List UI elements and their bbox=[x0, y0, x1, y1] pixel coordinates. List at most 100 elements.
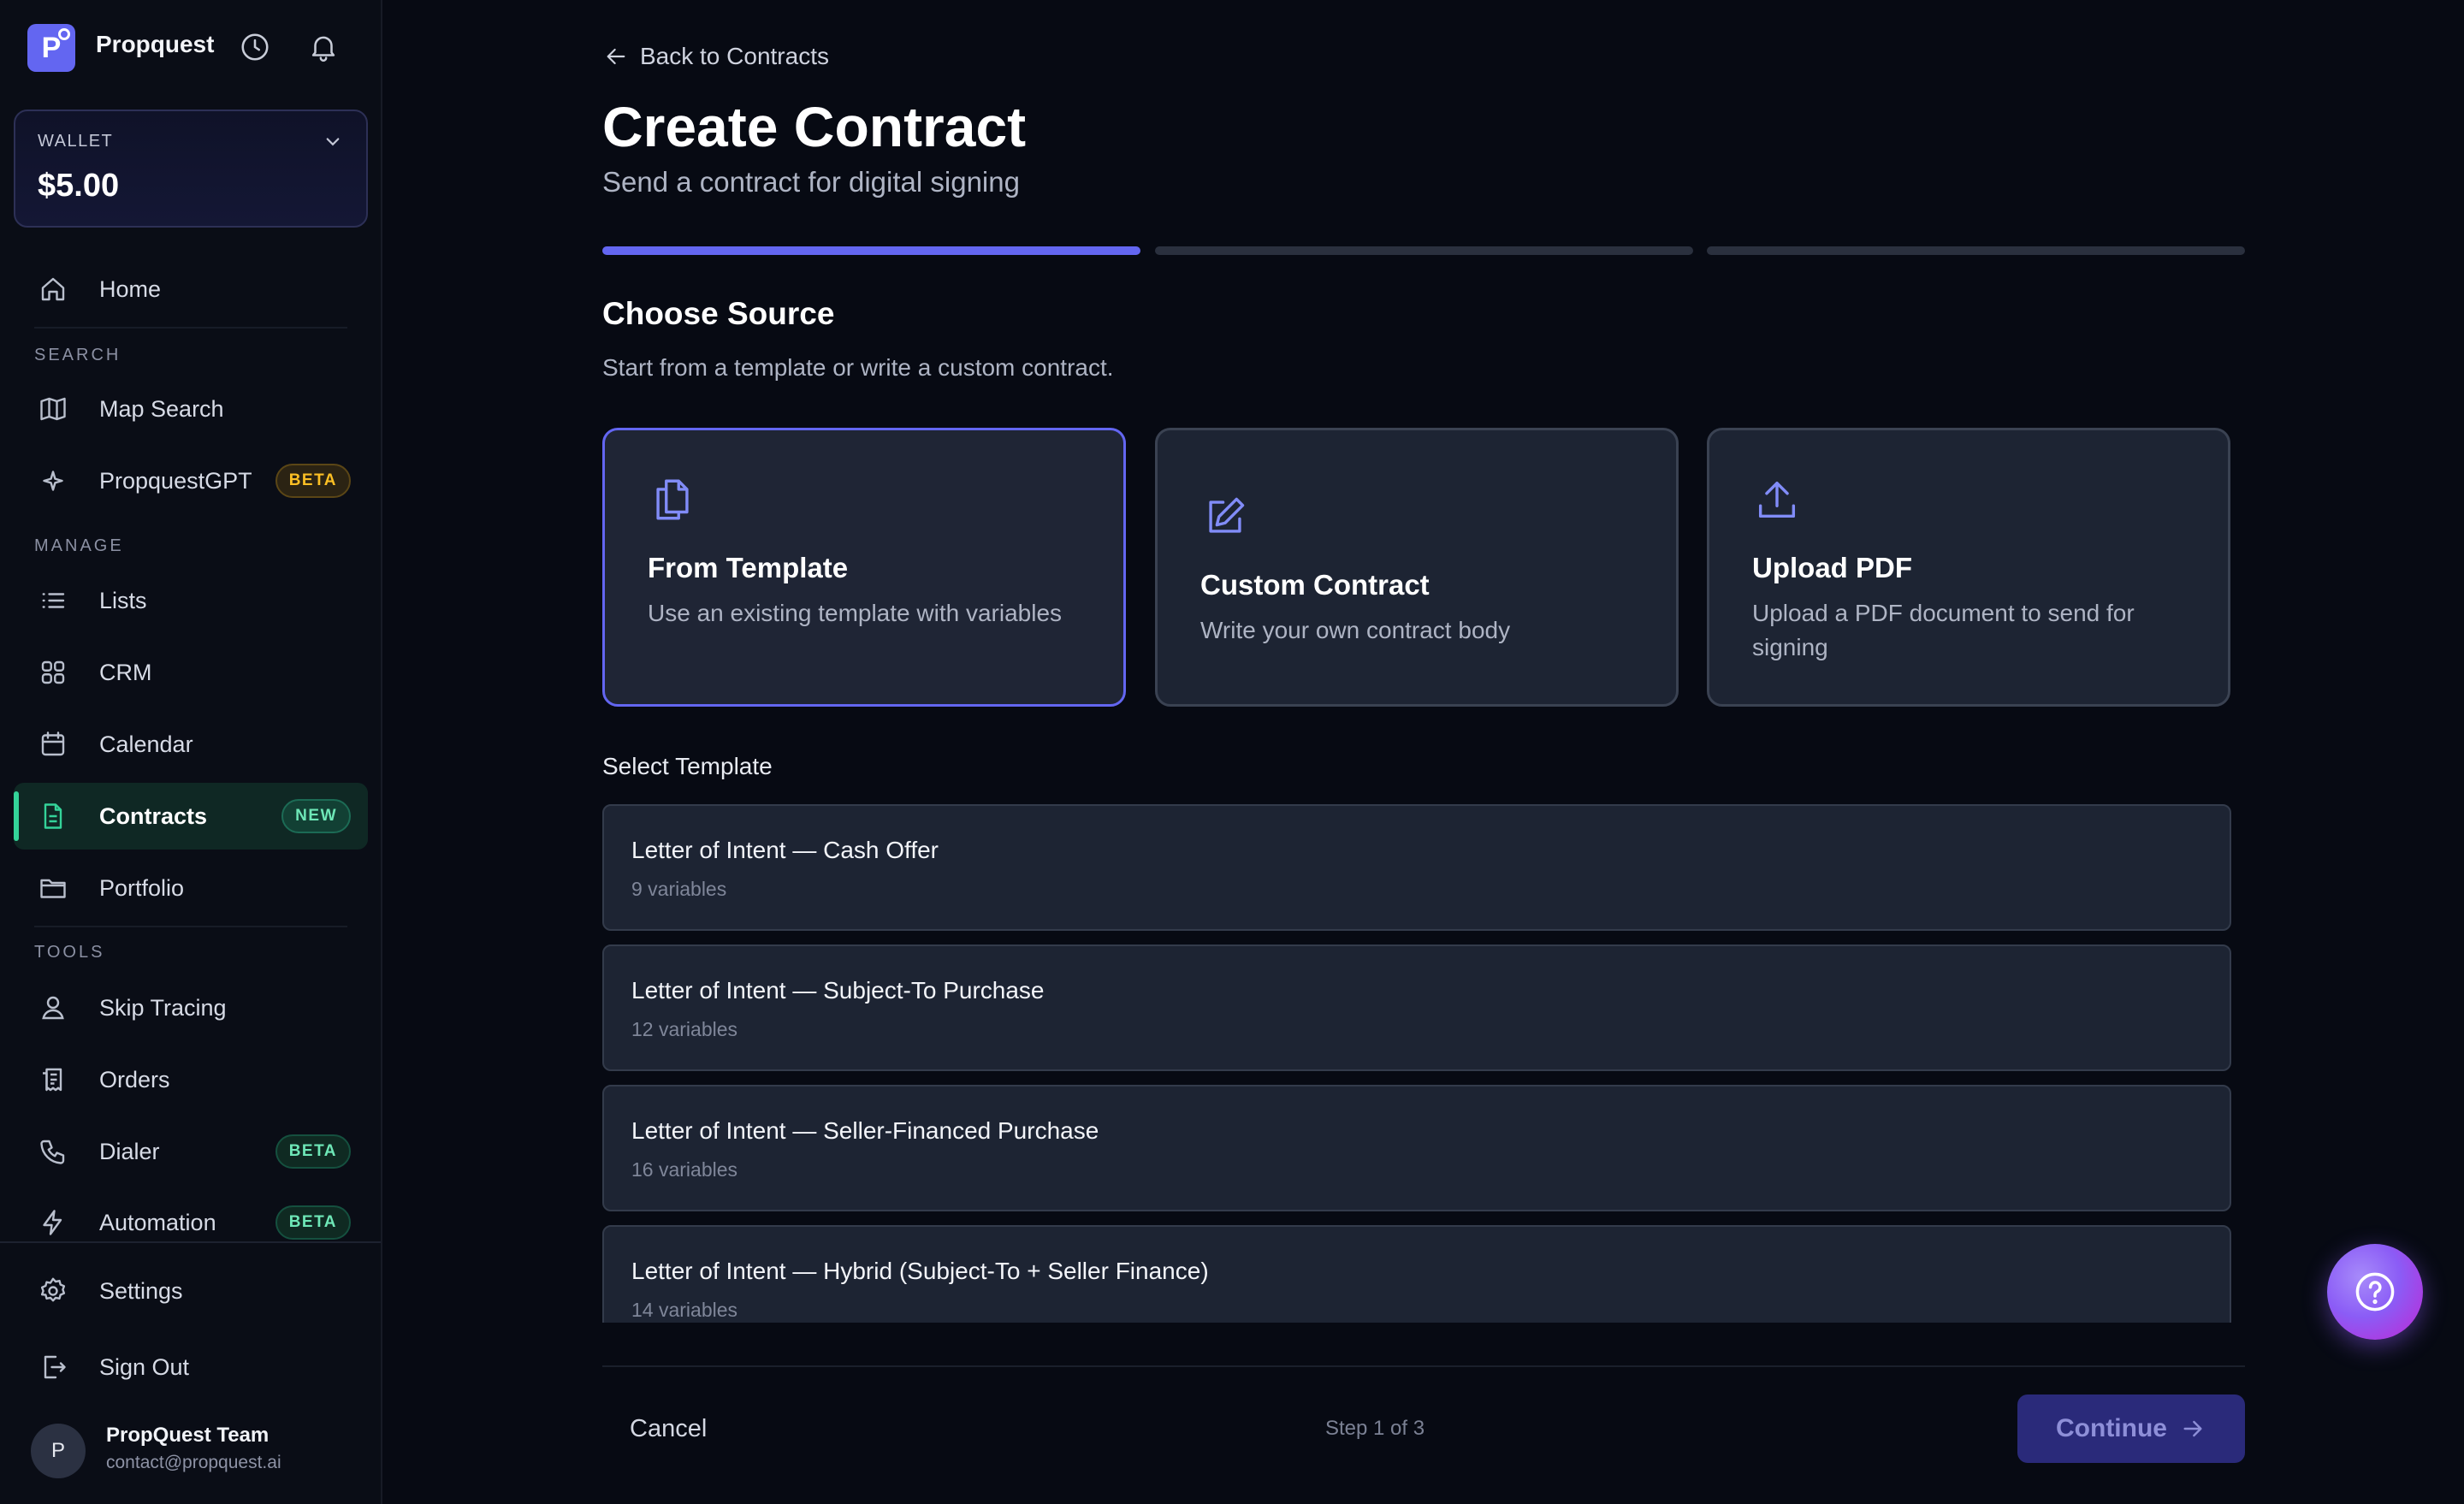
select-template-label: Select Template bbox=[602, 753, 773, 779]
divider bbox=[34, 327, 347, 329]
section-label-tools: TOOLS bbox=[34, 943, 105, 962]
app-name: Propquest bbox=[96, 31, 215, 57]
section-label-manage: MANAGE bbox=[34, 536, 124, 555]
arrow-left-icon bbox=[607, 48, 625, 65]
chevron-down-icon[interactable] bbox=[320, 128, 346, 154]
wallet-label: WALLET bbox=[38, 132, 114, 151]
template-item[interactable]: Letter of Intent — Hybrid (Subject-To + … bbox=[602, 1225, 2231, 1323]
template-item[interactable]: Letter of Intent — Cash Offer 9 variable… bbox=[602, 804, 2231, 931]
question-mark-icon bbox=[2355, 1272, 2395, 1312]
template-list[interactable]: Letter of Intent — Cash Offer 9 variable… bbox=[602, 802, 2231, 1323]
source-option-description: Write your own contract body bbox=[1200, 617, 1511, 643]
receipt-icon bbox=[38, 1064, 68, 1095]
arrow-right-icon bbox=[2183, 1420, 2202, 1437]
section-subtitle: Start from a template or write a custom … bbox=[602, 354, 1114, 381]
template-variable-count: 9 variables bbox=[631, 878, 727, 900]
sidebar-item-home[interactable]: Home bbox=[14, 256, 368, 323]
calendar-icon bbox=[38, 729, 68, 760]
sidebar-item-sign-out[interactable]: Sign Out bbox=[14, 1334, 368, 1400]
sidebar-item-skip-tracing[interactable]: Skip Tracing bbox=[14, 974, 368, 1041]
progress-step-3 bbox=[1707, 246, 2245, 255]
sidebar-item-label: PropquestGPT bbox=[99, 467, 252, 494]
sidebar-item-map-search[interactable]: Map Search bbox=[14, 376, 368, 442]
source-option-custom-contract[interactable]: Custom Contract Write your own contract … bbox=[1155, 428, 1679, 707]
sidebar-item-label: Calendar bbox=[99, 731, 193, 757]
template-name: Letter of Intent — Cash Offer bbox=[631, 837, 939, 863]
sidebar-item-label: Map Search bbox=[99, 395, 224, 422]
help-button[interactable] bbox=[2327, 1244, 2423, 1340]
template-variable-count: 16 variables bbox=[631, 1158, 738, 1181]
sidebar: P Propquest WALLET $5.00 Home SEARCH Map… bbox=[0, 0, 382, 1504]
phone-icon bbox=[38, 1136, 68, 1167]
template-variable-count: 12 variables bbox=[631, 1018, 738, 1040]
sidebar-item-label: Sign Out bbox=[99, 1353, 190, 1380]
lightning-icon bbox=[38, 1207, 68, 1238]
progress-step-2 bbox=[1155, 246, 1693, 255]
list-icon bbox=[38, 585, 68, 616]
sidebar-item-label: Home bbox=[99, 275, 162, 302]
sidebar-item-label: Settings bbox=[99, 1277, 183, 1304]
wallet-balance: $5.00 bbox=[38, 168, 120, 204]
app-logo[interactable]: P bbox=[27, 24, 75, 72]
sidebar-item-settings[interactable]: Settings bbox=[14, 1258, 368, 1324]
divider bbox=[0, 1241, 381, 1243]
sidebar-item-calendar[interactable]: Calendar bbox=[14, 711, 368, 778]
sidebar-item-label: Contracts bbox=[99, 802, 208, 829]
sparkle-icon bbox=[38, 465, 68, 496]
user-name: PropQuest Team bbox=[106, 1424, 270, 1447]
new-badge: NEW bbox=[281, 799, 351, 833]
wallet-card[interactable]: WALLET $5.00 bbox=[14, 110, 368, 228]
document-icon bbox=[38, 801, 68, 832]
sidebar-item-lists[interactable]: Lists bbox=[14, 567, 368, 634]
section-label-search: SEARCH bbox=[34, 346, 121, 364]
page-subtitle: Send a contract for digital signing bbox=[602, 166, 1020, 198]
continue-label: Continue bbox=[2056, 1414, 2167, 1442]
template-item[interactable]: Letter of Intent — Subject-To Purchase 1… bbox=[602, 944, 2231, 1071]
beta-badge: BETA bbox=[275, 1134, 351, 1169]
sidebar-item-label: Skip Tracing bbox=[99, 994, 227, 1021]
source-option-from-template[interactable]: From Template Use an existing template w… bbox=[602, 428, 1126, 707]
history-icon[interactable] bbox=[239, 31, 271, 63]
page-title: Create Contract bbox=[602, 95, 1027, 158]
logo-search-mark bbox=[58, 28, 70, 40]
sidebar-item-orders[interactable]: Orders bbox=[14, 1046, 368, 1113]
source-option-title: Upload PDF bbox=[1752, 552, 1912, 583]
sidebar-item-propquestgpt[interactable]: PropquestGPT BETA bbox=[14, 447, 368, 514]
upload-icon bbox=[1752, 475, 1802, 524]
source-option-upload-pdf[interactable]: Upload PDF Upload a PDF document to send… bbox=[1707, 428, 2230, 707]
sidebar-item-contracts[interactable]: Contracts NEW bbox=[14, 783, 368, 850]
source-option-title: From Template bbox=[648, 552, 849, 583]
sidebar-item-portfolio[interactable]: Portfolio bbox=[14, 855, 368, 921]
back-to-contracts-link[interactable]: Back to Contracts bbox=[602, 43, 829, 70]
template-name: Letter of Intent — Subject-To Purchase bbox=[631, 977, 1045, 1004]
pencil-square-icon bbox=[1200, 492, 1250, 542]
sign-out-icon bbox=[38, 1352, 68, 1383]
template-variable-count: 14 variables bbox=[631, 1299, 738, 1321]
bell-icon[interactable] bbox=[307, 31, 340, 63]
source-option-description: Upload a PDF document to send for signin… bbox=[1752, 600, 2135, 660]
cancel-button[interactable]: Cancel bbox=[630, 1415, 707, 1443]
home-icon bbox=[38, 274, 68, 305]
progress-step-1 bbox=[602, 246, 1140, 255]
template-item[interactable]: Letter of Intent — Seller-Financed Purch… bbox=[602, 1085, 2231, 1211]
documents-icon bbox=[648, 475, 697, 524]
grid-icon bbox=[38, 657, 68, 688]
source-option-title: Custom Contract bbox=[1200, 569, 1430, 601]
sidebar-item-dialer[interactable]: Dialer BETA bbox=[14, 1118, 368, 1185]
back-link-label: Back to Contracts bbox=[640, 43, 829, 69]
template-name: Letter of Intent — Seller-Financed Purch… bbox=[631, 1117, 1099, 1144]
avatar[interactable]: P bbox=[31, 1424, 86, 1478]
sidebar-item-label: Dialer bbox=[99, 1138, 160, 1164]
user-icon bbox=[38, 992, 68, 1023]
section-title: Choose Source bbox=[602, 296, 835, 331]
sidebar-item-label: Orders bbox=[99, 1066, 170, 1092]
sidebar-item-automation[interactable]: Automation BETA bbox=[14, 1189, 368, 1256]
continue-button[interactable]: Continue bbox=[2017, 1394, 2245, 1463]
user-email: contact@propquest.ai bbox=[106, 1453, 281, 1472]
step-indicator: Step 1 of 3 bbox=[1325, 1417, 1425, 1440]
sidebar-item-crm[interactable]: CRM bbox=[14, 639, 368, 706]
beta-badge: BETA bbox=[275, 464, 351, 498]
folder-icon bbox=[38, 873, 68, 903]
gear-icon bbox=[38, 1276, 68, 1306]
template-name: Letter of Intent — Hybrid (Subject-To + … bbox=[631, 1258, 1209, 1284]
